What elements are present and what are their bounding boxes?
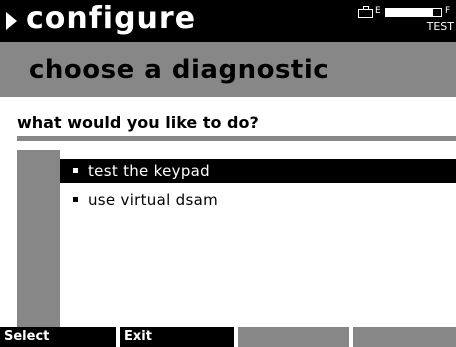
battery-empty-label: E [375, 6, 381, 16]
diagnostic-menu: test the keypad use virtual dsam [60, 159, 456, 217]
menu-item-virtual-dsam[interactable]: use virtual dsam [60, 188, 456, 212]
screen-subtitle: choose a diagnostic [29, 55, 330, 85]
subtitle-band: choose a diagnostic [0, 42, 456, 97]
menu-item-label: use virtual dsam [88, 191, 218, 209]
battery-gauge [385, 8, 442, 17]
battery-full-label: F [445, 6, 451, 16]
bullet-icon [73, 197, 78, 202]
menu-side-bar [17, 150, 60, 327]
softkey-4-button[interactable] [353, 327, 456, 347]
title-bar: configure E F TEST [0, 0, 456, 42]
divider [17, 136, 456, 141]
softkey-bar: Select Exit [0, 327, 456, 347]
battery-indicator: E F [358, 5, 454, 19]
exit-button[interactable]: Exit [120, 327, 234, 347]
menu-item-label: test the keypad [88, 162, 210, 180]
mode-indicator: TEST [426, 20, 454, 33]
softkey-3-button[interactable] [238, 327, 349, 347]
play-arrow-icon [6, 12, 17, 30]
menu-item-test-keypad[interactable]: test the keypad [60, 159, 456, 183]
bullet-icon [73, 168, 78, 173]
page-title: configure [26, 1, 197, 36]
select-button[interactable]: Select [0, 327, 116, 347]
battery-gauge-fill [386, 9, 434, 16]
prompt-text: what would you like to do? [17, 113, 259, 132]
battery-icon [358, 9, 373, 18]
